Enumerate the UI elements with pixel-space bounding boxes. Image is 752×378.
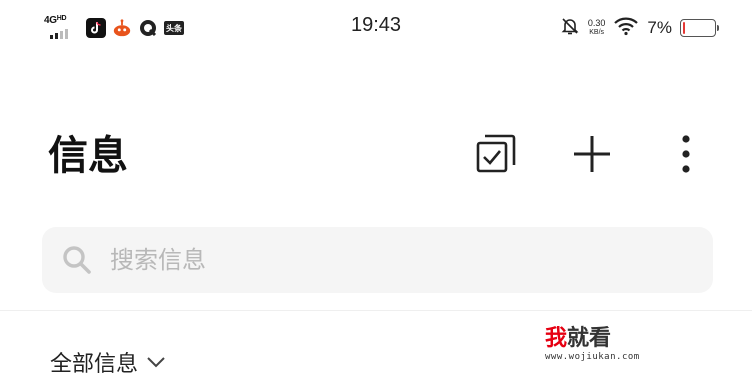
watermark: 我就看 www.wojiukan.com [545, 326, 640, 362]
more-vertical-icon [682, 135, 690, 173]
search-input[interactable] [108, 245, 672, 275]
messages-screen: 4GHD 头条 19:43 0.30 KB/s 7% 信息 搜索信息 全部信息 … [0, 0, 752, 378]
add-button[interactable] [566, 128, 618, 180]
message-filter-dropdown[interactable]: 全部信息 [50, 346, 166, 378]
chevron-down-icon [147, 357, 165, 368]
more-options-button[interactable] [660, 128, 712, 180]
plus-icon [574, 136, 610, 172]
status-right: 0.30 KB/s 7% [560, 14, 719, 42]
status-bar: 4GHD 头条 19:43 0.30 KB/s 7% [0, 0, 752, 56]
bell-muted-icon [560, 16, 580, 40]
speed-value: 0.30 [587, 18, 606, 28]
network-speed: 0.30 KB/s [588, 18, 606, 38]
battery-percent: 7% [647, 18, 672, 37]
multi-select-icon [476, 134, 516, 173]
watermark-url: www.wojiukan.com [545, 352, 640, 362]
speed-unit: KB/s [589, 29, 605, 36]
watermark-brand-red: 我 [545, 326, 568, 351]
search-bar[interactable] [42, 227, 713, 293]
battery-fill [683, 22, 686, 34]
multi-select-button[interactable] [470, 128, 522, 180]
wifi-icon [613, 16, 639, 40]
watermark-brand: 就看 [567, 326, 612, 351]
page-title: 信息 [48, 132, 128, 179]
search-icon [60, 243, 94, 277]
filter-label: 全部信息 [50, 352, 139, 377]
battery-icon [680, 19, 719, 37]
divider [0, 310, 752, 311]
